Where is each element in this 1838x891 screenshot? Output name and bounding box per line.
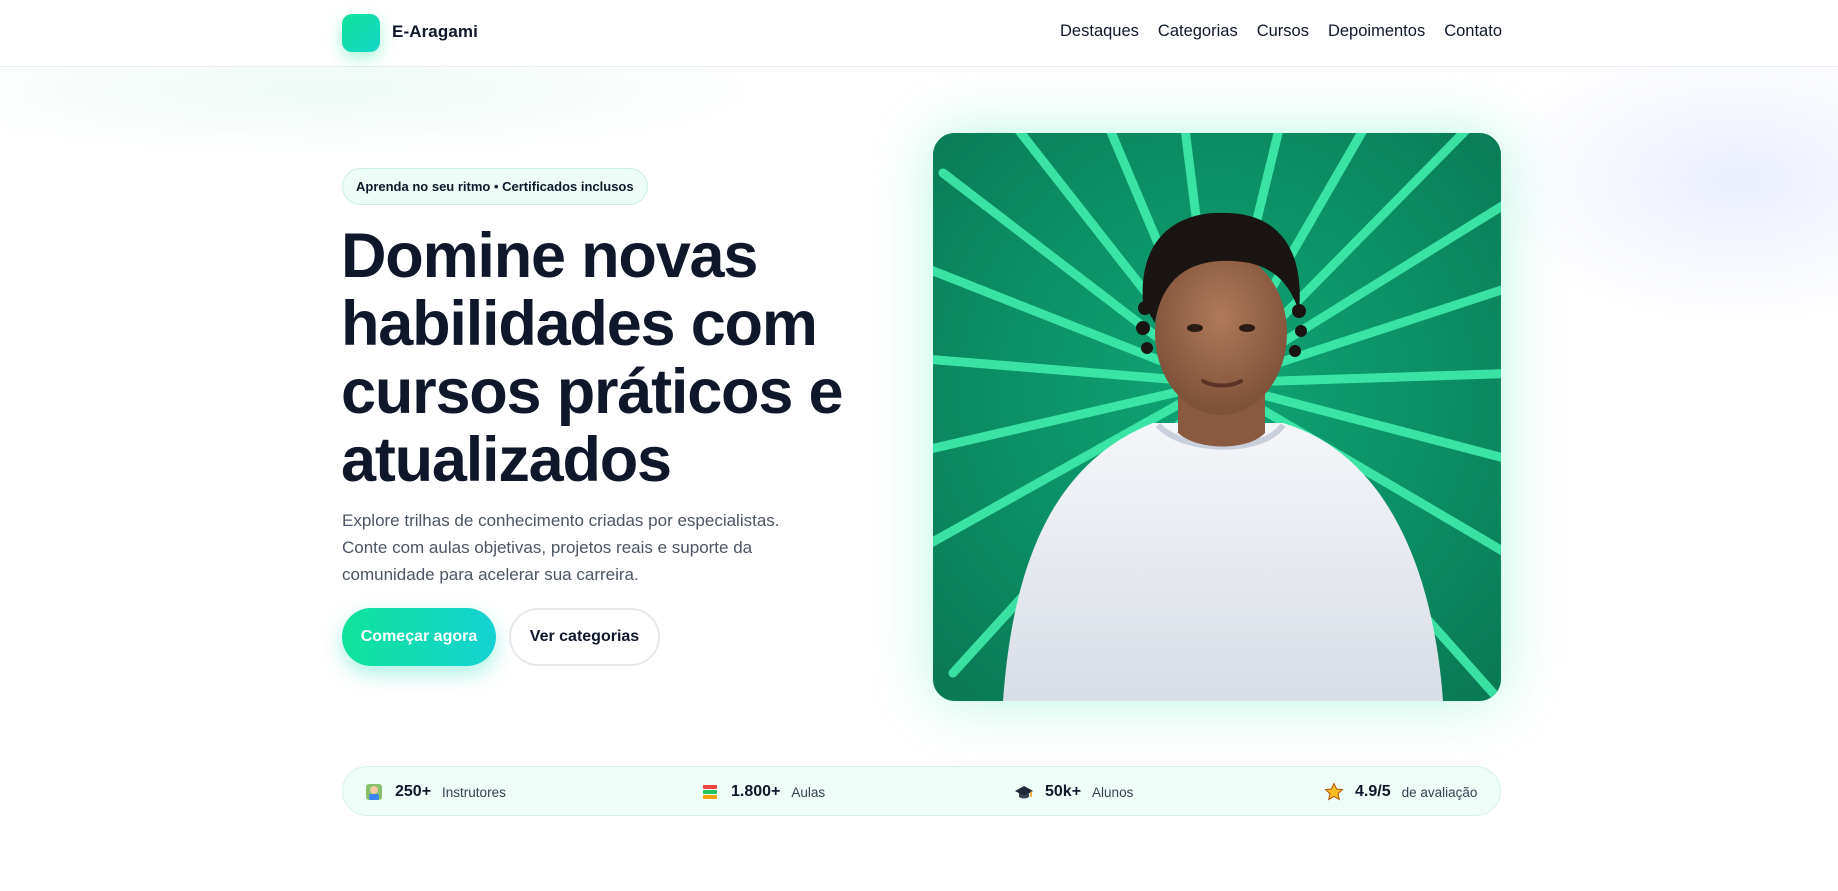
graduation-cap-icon [1013,781,1035,803]
stat-value: 4.9/5 [1355,783,1391,800]
stat-lessons: 1.800+ Aulas [699,767,825,817]
stat-students: 50k+ Alunos [1013,767,1133,817]
hero-badge: Aprenda no seu ritmo • Certificados incl… [342,168,648,205]
stat-label: de avaliação [1401,784,1478,800]
star-icon [1323,781,1345,803]
stat-instructors: 250+ Instrutores [363,767,506,817]
nav-item-depoimentos[interactable]: Depoimentos [1328,22,1425,41]
start-now-button[interactable]: Começar agora [342,608,496,666]
brand-name[interactable]: E-Aragami [392,22,478,42]
site-header: E-Aragami Destaques Categorias Cursos De… [0,0,1838,67]
hero-description: Explore trilhas de conhecimento criadas … [342,511,780,584]
nav-item-destaques[interactable]: Destaques [1060,22,1139,41]
stat-label: Alunos [1092,784,1134,800]
hero-image [933,133,1501,701]
stat-label: Instrutores [442,784,506,800]
hero-photo-illustration [933,133,1501,701]
stats-bar: 250+ Instrutores 1.800+ Aulas 50k+ Aluno… [342,766,1501,816]
nav-item-categorias[interactable]: Categorias [1158,22,1238,41]
nav-item-cursos[interactable]: Cursos [1257,22,1309,41]
stat-value: 250+ [395,783,432,800]
main-nav: Destaques Categorias Cursos Depoimentos … [1060,22,1502,41]
background-glow-right [1478,30,1838,330]
books-icon [699,781,721,803]
stat-label: Aulas [791,784,826,800]
nav-item-contato[interactable]: Contato [1444,22,1502,41]
stat-value: 1.800+ [731,783,781,800]
landing-page: E-Aragami Destaques Categorias Cursos De… [0,0,1838,891]
logo-mark[interactable] [342,14,380,52]
instructor-icon [363,781,385,803]
hero-title: Domine novas habilidades com cursos prát… [341,221,844,495]
stat-value: 50k+ [1045,783,1082,800]
stat-rating: 4.9/5 de avaliação [1323,767,1477,817]
view-categories-button[interactable]: Ver categorias [509,608,660,666]
